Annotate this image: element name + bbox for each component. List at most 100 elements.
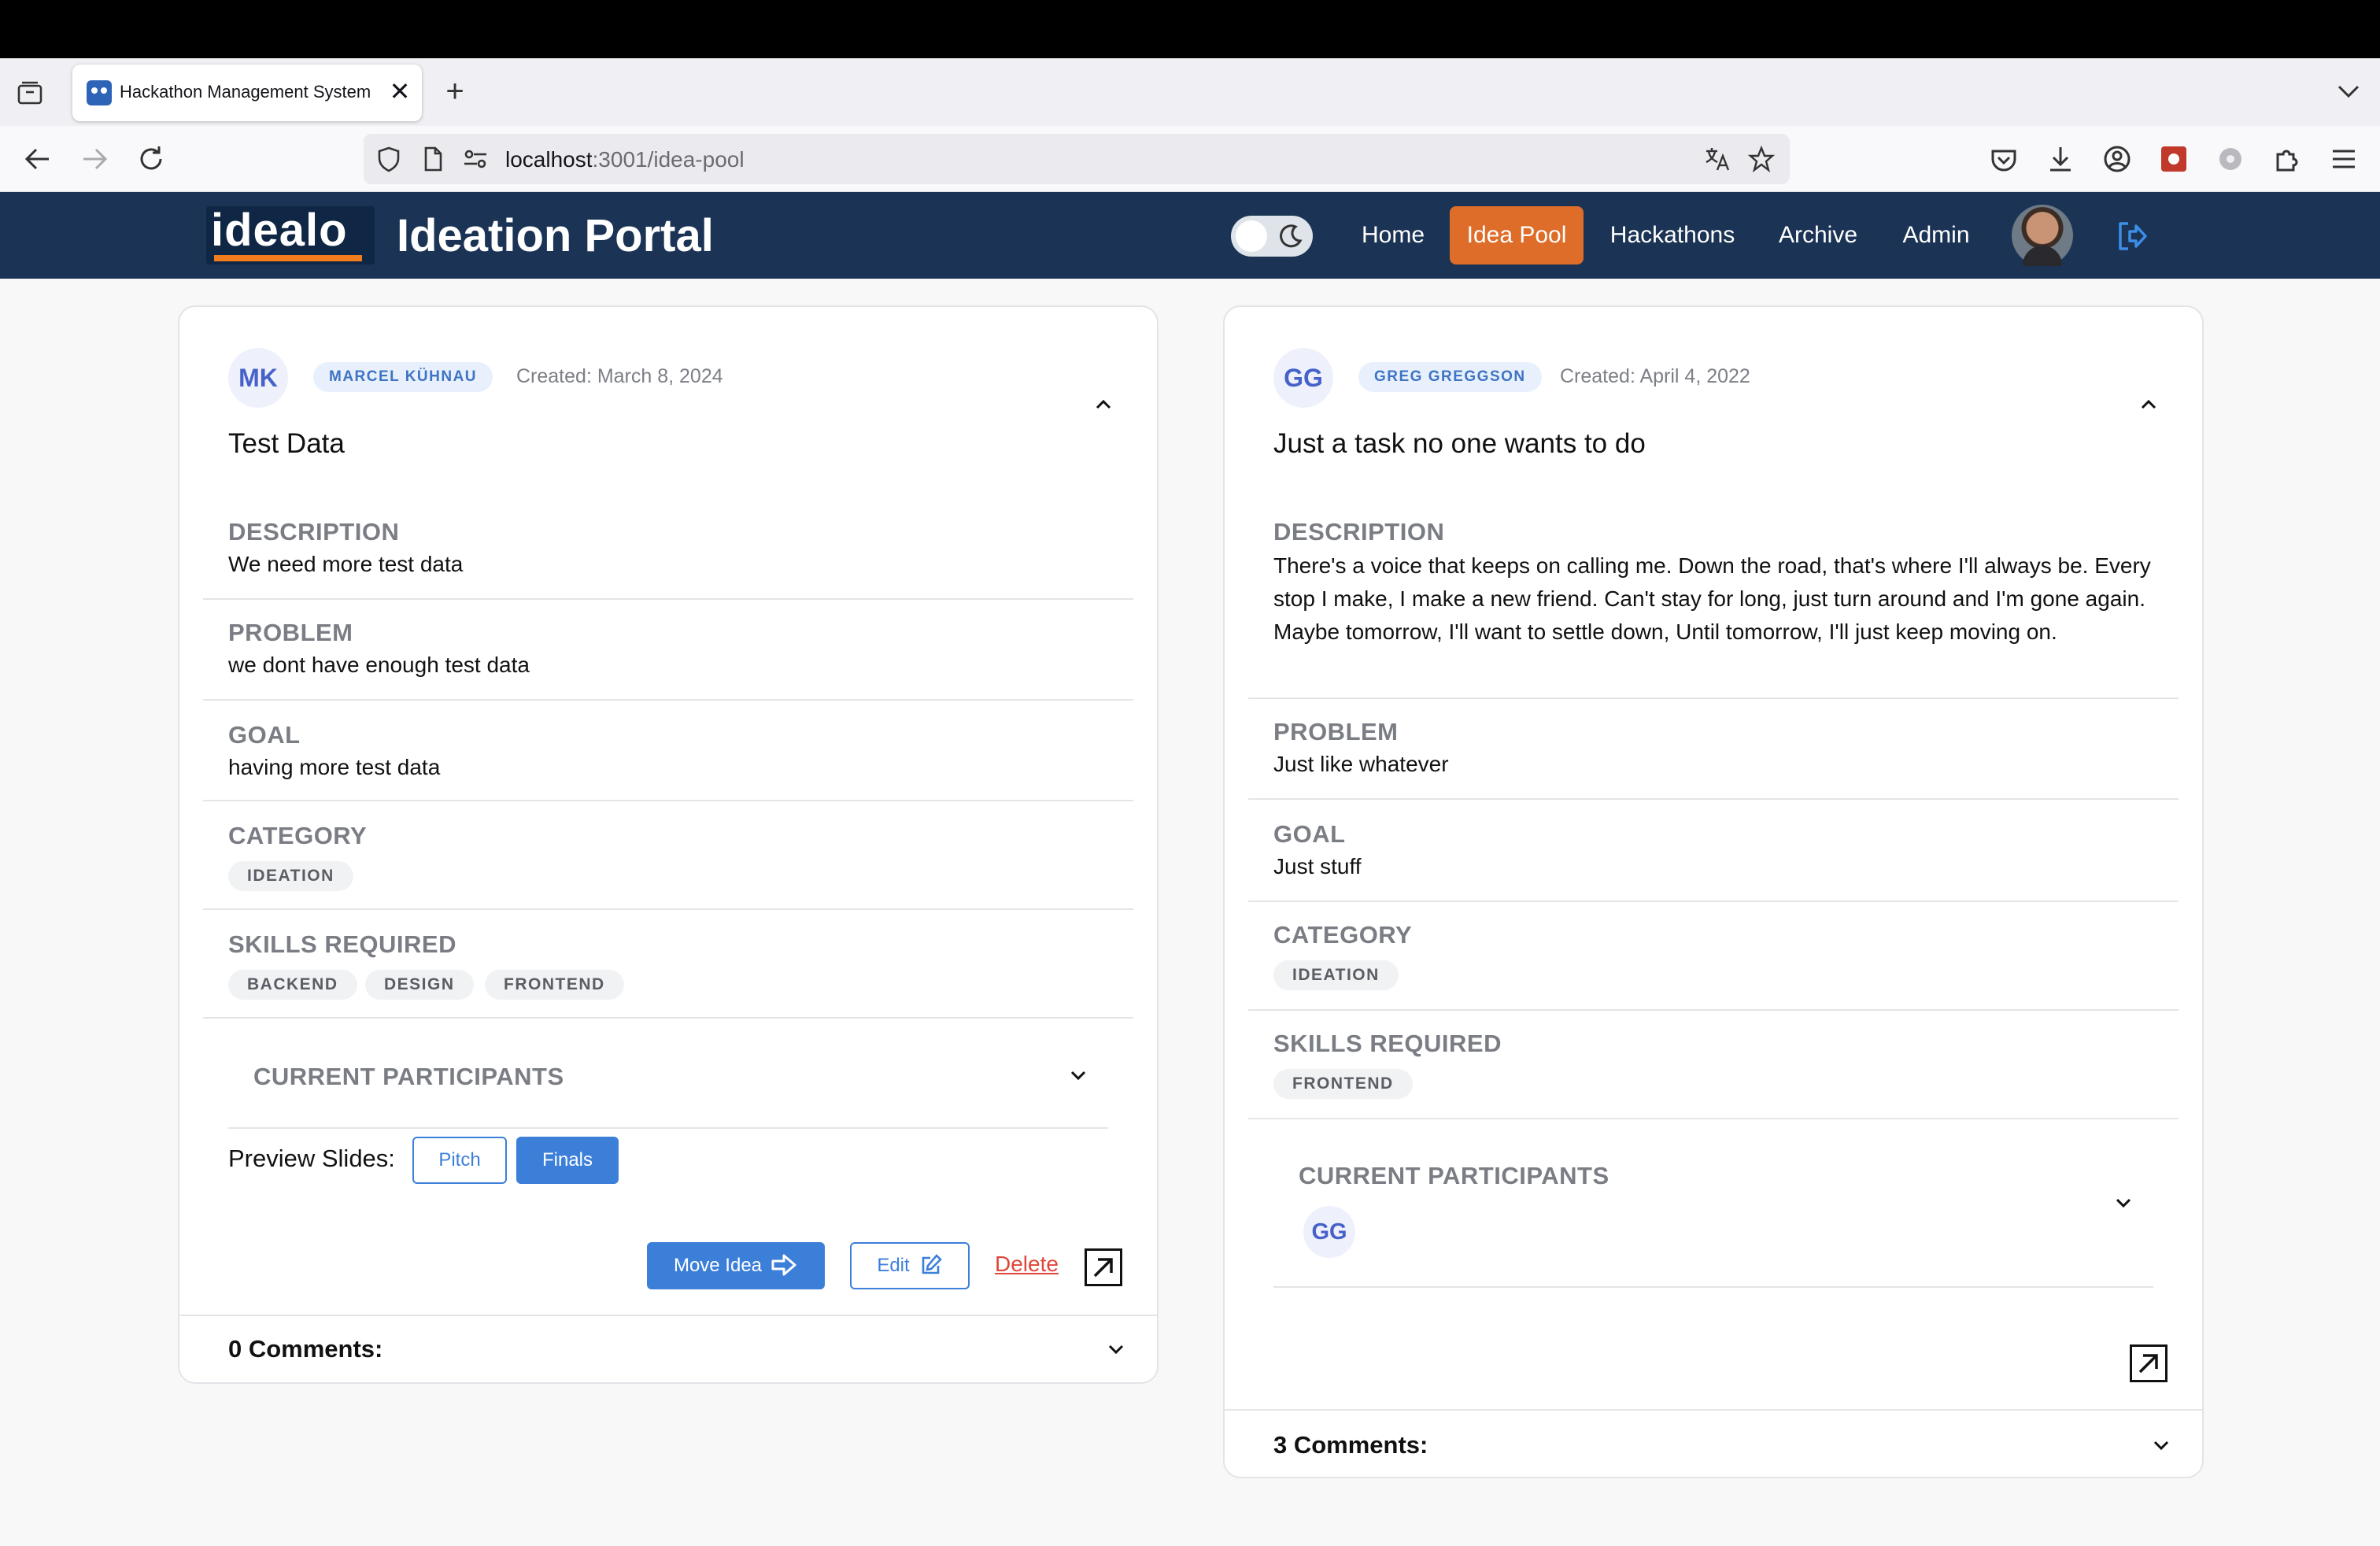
created-date: Created: March 8, 2024 bbox=[516, 365, 723, 387]
new-tab-icon[interactable]: + bbox=[439, 72, 471, 110]
user-avatar[interactable] bbox=[2012, 205, 2073, 266]
app-favicon-icon bbox=[87, 80, 112, 105]
tab-title: Hackathon Management System bbox=[120, 82, 371, 102]
tab-overview-icon[interactable] bbox=[16, 79, 44, 107]
delete-link[interactable]: Delete bbox=[995, 1252, 1059, 1277]
extension-grey-icon[interactable] bbox=[2215, 143, 2246, 175]
skills-label: SKILLS REQUIRED bbox=[1273, 1030, 1502, 1057]
finals-button[interactable]: Finals bbox=[516, 1137, 619, 1184]
browser-tab-bar: Hackathon Management System ✕ + bbox=[0, 58, 2380, 126]
goal-label: GOAL bbox=[228, 721, 301, 749]
skills-label: SKILLS REQUIRED bbox=[228, 930, 456, 958]
comments-label[interactable]: 0 Comments: bbox=[228, 1335, 382, 1363]
translate-icon[interactable] bbox=[1703, 145, 1731, 173]
back-arrow-icon[interactable] bbox=[22, 143, 54, 175]
participant-avatar[interactable]: GG bbox=[1303, 1206, 1355, 1258]
category-chip: IDEATION bbox=[228, 861, 353, 891]
divider bbox=[1248, 1009, 2179, 1011]
address-bar[interactable]: localhost:3001/idea-pool bbox=[364, 134, 1790, 184]
divider bbox=[1248, 697, 2179, 699]
divider bbox=[203, 699, 1133, 701]
nav-idea-pool[interactable]: Idea Pool bbox=[1450, 206, 1584, 264]
participants-label[interactable]: CURRENT PARTICIPANTS bbox=[253, 1063, 564, 1091]
pocket-icon[interactable] bbox=[1988, 143, 2020, 175]
logout-icon[interactable] bbox=[2114, 219, 2149, 253]
dark-mode-toggle[interactable] bbox=[1231, 216, 1313, 257]
description-label: DESCRIPTION bbox=[1273, 518, 1445, 546]
browser-nav-bar: localhost:3001/idea-pool bbox=[0, 126, 2380, 192]
skill-chip: DESIGN bbox=[365, 970, 474, 1000]
author-badge: MARCEL KÜHNAU bbox=[313, 362, 493, 392]
description-label: DESCRIPTION bbox=[228, 518, 400, 546]
description-text: There's a voice that keeps on calling me… bbox=[1273, 553, 2151, 644]
shield-icon[interactable] bbox=[375, 145, 403, 173]
url-host: localhost bbox=[505, 147, 593, 172]
url-text[interactable]: localhost:3001/idea-pool bbox=[505, 147, 745, 172]
divider bbox=[203, 800, 1133, 801]
idea-card: GG GREG GREGGSON Created: April 4, 2022 … bbox=[1223, 305, 2204, 1478]
goal-text: Just stuff bbox=[1273, 854, 1362, 878]
toggle-knob bbox=[1236, 220, 1267, 252]
participants-label[interactable]: CURRENT PARTICIPANTS bbox=[1299, 1162, 1609, 1190]
nav-admin[interactable]: Admin bbox=[1889, 206, 1983, 264]
divider bbox=[1248, 901, 2179, 902]
description-text: We need more test data bbox=[228, 552, 464, 576]
site-permissions-icon[interactable] bbox=[461, 145, 490, 173]
author-badge: GREG GREGGSON bbox=[1358, 362, 1542, 392]
divider bbox=[203, 1017, 1133, 1019]
menu-hamburger-icon[interactable] bbox=[2328, 143, 2360, 175]
downloads-icon[interactable] bbox=[2045, 143, 2076, 175]
tab-close-icon[interactable]: ✕ bbox=[384, 76, 416, 107]
divider bbox=[1248, 798, 2179, 800]
idea-title: Just a task no one wants to do bbox=[1273, 428, 1646, 459]
page-icon[interactable] bbox=[419, 145, 447, 173]
extension-red-icon[interactable] bbox=[2158, 143, 2190, 175]
edit-button[interactable]: Edit bbox=[850, 1242, 970, 1289]
logo-text: idealo bbox=[211, 205, 348, 256]
account-icon[interactable] bbox=[2101, 143, 2133, 175]
reload-icon[interactable] bbox=[135, 143, 167, 175]
skill-chip: FRONTEND bbox=[1273, 1069, 1413, 1099]
nav-hackathons[interactable]: Hackathons bbox=[1598, 206, 1747, 264]
problem-text: Just like whatever bbox=[1273, 752, 1449, 776]
skill-chip: FRONTEND bbox=[485, 970, 624, 1000]
logo-underline bbox=[214, 255, 362, 261]
divider bbox=[228, 1127, 1108, 1129]
nav-archive[interactable]: Archive bbox=[1766, 206, 1870, 264]
problem-label: PROBLEM bbox=[228, 619, 353, 646]
idealo-logo[interactable]: idealo bbox=[206, 206, 375, 264]
divider bbox=[1225, 1409, 2202, 1411]
edit-pencil-icon bbox=[922, 1253, 942, 1274]
divider bbox=[203, 598, 1133, 600]
goal-text: having more test data bbox=[228, 755, 441, 779]
tab-list-chevron-icon[interactable] bbox=[2333, 76, 2364, 107]
browser-tab[interactable]: Hackathon Management System ✕ bbox=[72, 65, 422, 121]
forward-arrow-icon[interactable] bbox=[79, 143, 110, 175]
arrow-right-icon bbox=[771, 1254, 796, 1276]
moon-icon bbox=[1280, 224, 1303, 248]
bookmark-star-icon[interactable] bbox=[1747, 145, 1776, 173]
app-header: idealo Ideation Portal Home Idea Pool Ha… bbox=[0, 192, 2380, 279]
pitch-button[interactable]: Pitch bbox=[412, 1137, 507, 1184]
expand-chevron-down-icon[interactable] bbox=[1066, 1063, 1091, 1088]
author-initials-avatar: MK bbox=[228, 348, 288, 408]
expand-chevron-down-icon[interactable] bbox=[2111, 1190, 2136, 1215]
comments-label[interactable]: 3 Comments: bbox=[1273, 1431, 1428, 1459]
category-label: CATEGORY bbox=[228, 822, 368, 849]
extensions-puzzle-icon[interactable] bbox=[2271, 143, 2303, 175]
move-idea-button[interactable]: Move Idea bbox=[647, 1242, 825, 1289]
edit-label: Edit bbox=[877, 1255, 910, 1276]
problem-label: PROBLEM bbox=[1273, 718, 1399, 745]
idea-card: MK MARCEL KÜHNAU Created: March 8, 2024 … bbox=[178, 305, 1159, 1384]
comments-chevron-down-icon[interactable] bbox=[1103, 1337, 1129, 1362]
category-label: CATEGORY bbox=[1273, 921, 1413, 949]
collapse-chevron-up-icon[interactable] bbox=[2136, 392, 2161, 417]
nav-home[interactable]: Home bbox=[1347, 206, 1439, 264]
portal-title: Ideation Portal bbox=[397, 210, 714, 261]
comments-chevron-down-icon[interactable] bbox=[2149, 1433, 2174, 1458]
skill-chip: BACKEND bbox=[228, 970, 357, 1000]
open-detail-icon[interactable] bbox=[1085, 1248, 1122, 1286]
preview-slides-label: Preview Slides: bbox=[228, 1145, 395, 1172]
open-detail-icon[interactable] bbox=[2130, 1344, 2168, 1382]
collapse-chevron-up-icon[interactable] bbox=[1091, 392, 1116, 417]
